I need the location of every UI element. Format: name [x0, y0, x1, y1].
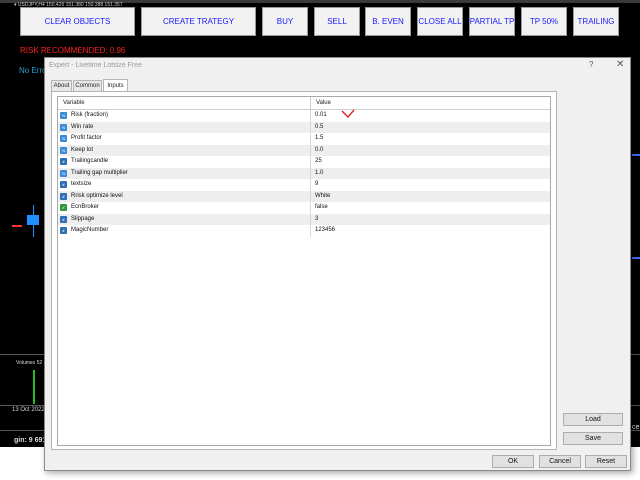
reset-button[interactable]: Reset: [585, 455, 627, 468]
load-button[interactable]: Load: [563, 413, 623, 426]
tab-about[interactable]: About: [51, 80, 72, 91]
dialog-title: Expert - Livetime Lotsize Free: [49, 62, 142, 69]
variable-value[interactable]: 9: [315, 181, 318, 187]
variable-value[interactable]: 0.5: [315, 124, 323, 130]
volumes-label: Volumes 52: [16, 360, 43, 366]
variable-value[interactable]: 0.01: [315, 112, 327, 118]
column-separator: [310, 179, 311, 191]
double-value-icon: ½: [60, 123, 67, 131]
no-error-label: No Erro: [19, 66, 47, 75]
inputs-table[interactable]: Variable Value ½ Risk (fraction) 0.01 ½ Win …: [57, 96, 551, 446]
trailing-button[interactable]: TRAILING: [573, 7, 619, 36]
double-value-icon: ½: [60, 112, 67, 119]
table-row[interactable]: # Rrisk optimize level White: [58, 190, 550, 202]
variable-name: Win rate: [71, 123, 94, 130]
variable-name: MagicNumber: [71, 227, 109, 233]
table-row[interactable]: ✓ EcnBroker false: [58, 202, 550, 214]
tab-inputs[interactable]: Inputs: [103, 79, 128, 91]
variable-name: Trailing gap multiplier: [71, 169, 128, 176]
close-icon[interactable]: ✕: [616, 59, 624, 70]
price-line-marker: [12, 225, 22, 227]
variable-name: Keep lot: [71, 146, 94, 153]
inputs-tab-pane: Variable Value ½ Risk (fraction) 0.01 ½ Win …: [51, 91, 557, 450]
tab-common[interactable]: Common: [73, 80, 102, 91]
integer-value-icon: #: [60, 181, 67, 188]
table-row[interactable]: ½ Risk (fraction) 0.01: [58, 110, 550, 122]
volume-bar: [33, 370, 35, 404]
double-value-icon: ½: [60, 146, 67, 154]
risk-recommended-label: RISK RECOMMENDED: 0.96: [20, 46, 126, 55]
variable-value[interactable]: 1.5: [315, 135, 323, 141]
column-separator: [310, 225, 311, 237]
save-button[interactable]: Save: [563, 432, 623, 445]
variable-value[interactable]: 25: [315, 158, 322, 164]
column-separator: [310, 213, 311, 225]
break-even-button[interactable]: B. EVEN: [365, 7, 411, 36]
right-axis-marker: [632, 257, 640, 259]
column-separator: [310, 110, 311, 122]
create-strategy-button[interactable]: CREATE TRATEGY: [141, 7, 256, 36]
cancel-button[interactable]: Cancel: [539, 455, 581, 468]
variable-name: EcnBroker: [71, 204, 100, 210]
column-separator: [310, 190, 311, 202]
table-row[interactable]: # Trailingcandle 25: [58, 156, 550, 168]
table-row[interactable]: ½ Win rate 0.5: [58, 121, 550, 133]
tp-50-button[interactable]: TP 50%: [521, 7, 567, 36]
column-separator: [310, 167, 311, 179]
table-row[interactable]: ½ Profit factor 1.5: [58, 133, 550, 145]
variable-value[interactable]: 3: [315, 216, 318, 222]
buy-button[interactable]: BUY: [262, 7, 308, 36]
table-row[interactable]: ½ Keep lot 0.0: [58, 144, 550, 156]
double-value-icon: ½: [60, 135, 67, 142]
table-header: Variable Value: [58, 97, 550, 110]
status-cut-label: ce: [632, 424, 640, 431]
column-separator: [310, 133, 311, 145]
table-row[interactable]: # textsize 9: [58, 179, 550, 191]
clear-objects-button[interactable]: CLEAR OBJECTS: [20, 7, 135, 36]
right-axis-marker: [632, 154, 640, 156]
ok-button[interactable]: OK: [492, 455, 534, 468]
variable-name: Rrisk optimize level: [71, 192, 123, 199]
variable-value[interactable]: 0.0: [315, 147, 323, 153]
double-value-icon: ½: [60, 169, 67, 177]
variable-value[interactable]: false: [315, 204, 328, 210]
integer-value-icon: #: [60, 215, 67, 223]
checkmark-icon: [341, 109, 355, 119]
column-separator: [310, 121, 311, 133]
variable-name: Slippage: [71, 215, 95, 222]
integer-value-icon: #: [60, 192, 67, 200]
variable-value[interactable]: 123456: [315, 227, 335, 233]
variable-name: Profit factor: [71, 135, 102, 141]
expert-properties-dialog[interactable]: Expert - Livetime Lotsize Free ? ✕ About…: [44, 57, 631, 471]
close-all-button[interactable]: CLOSE ALL: [417, 7, 463, 36]
variable-name: Risk (fraction): [71, 112, 109, 118]
table-row[interactable]: ½ Trailing gap multiplier 1.0: [58, 167, 550, 179]
column-separator: [310, 97, 311, 109]
variable-value[interactable]: White: [315, 193, 330, 199]
help-icon[interactable]: ?: [589, 60, 593, 69]
column-header-value[interactable]: Value: [316, 100, 331, 106]
column-header-variable[interactable]: Variable: [63, 100, 85, 106]
variable-name: textsize: [71, 181, 92, 187]
integer-value-icon: #: [60, 227, 67, 234]
sell-button[interactable]: SELL: [314, 7, 360, 36]
margin-label: gin: 9 691: [14, 437, 47, 444]
candle-body: [27, 215, 39, 225]
variable-name: Trailingcandle: [71, 158, 109, 164]
column-separator: [310, 202, 311, 214]
column-separator: [310, 156, 311, 168]
partial-tp-button[interactable]: PARTIAL TP: [469, 7, 515, 36]
column-separator: [310, 144, 311, 156]
variable-value[interactable]: 1.0: [315, 170, 323, 176]
date-label: 13 Oct 2022: [12, 407, 45, 413]
table-row[interactable]: # MagicNumber 123456: [58, 225, 550, 237]
boolean-value-icon: ✓: [60, 204, 67, 211]
integer-value-icon: #: [60, 158, 67, 165]
table-row[interactable]: # Slippage 3: [58, 213, 550, 225]
